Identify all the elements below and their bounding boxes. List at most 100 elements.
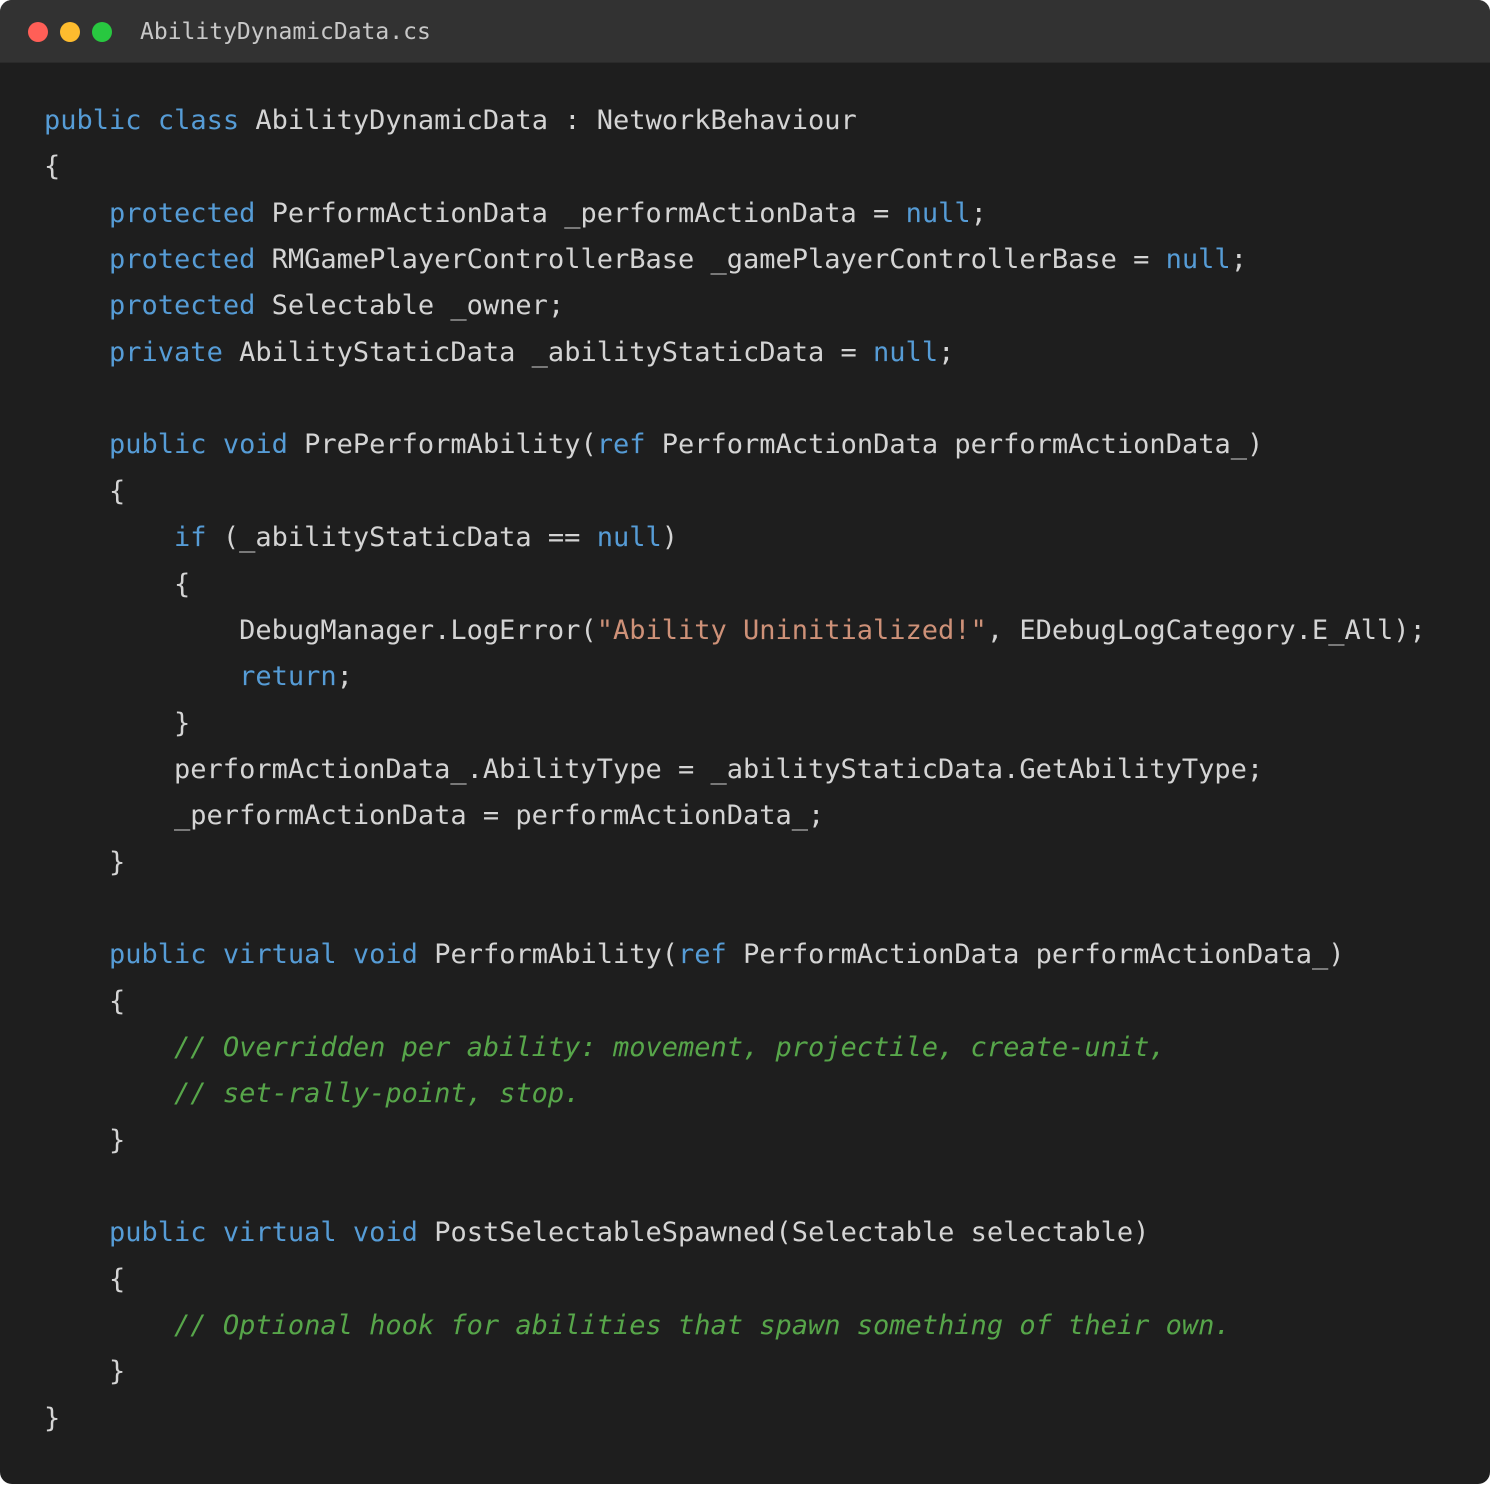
keyword-token: protected (109, 290, 256, 322)
code-token: { (44, 985, 126, 1017)
code-line: public virtual void PerformAbility(ref P… (44, 932, 1345, 978)
code-line: } (44, 1396, 60, 1442)
keyword-token: null (905, 197, 971, 229)
code-token: ; (938, 336, 955, 368)
code-token: (_abilityStaticData == (206, 522, 597, 554)
code-token: PerformActionData performActionData_) (645, 429, 1264, 461)
file-name: AbilityDynamicData.cs (140, 19, 431, 45)
keyword-token: private (109, 336, 223, 368)
keyword-token: ref (596, 429, 646, 461)
code-line: // Optional hook for abilities that spaw… (44, 1303, 1231, 1349)
code-token: AbilityStaticData _abilityStaticData = (222, 336, 874, 368)
keyword-token: void (222, 429, 288, 461)
keyword-token: public (109, 939, 207, 971)
comment-token: // Overridden per ability: movement, pro… (174, 1032, 1166, 1063)
code-token: ; (970, 197, 987, 229)
code-line: public class AbilityDynamicData : Networ… (44, 98, 857, 144)
code-token: } (44, 707, 191, 739)
code-token: ; (1230, 244, 1247, 276)
code-line: } (44, 840, 125, 886)
code-line: // set-rally-point, stop. (44, 1071, 580, 1117)
keyword-token: public (109, 429, 207, 461)
code-line: protected Selectable _owner; (44, 283, 564, 329)
keyword-token: null (596, 522, 662, 554)
code-line: DebugManager.LogError("Ability Uninitial… (44, 608, 1426, 654)
code-line: } (44, 1349, 125, 1395)
keyword-token: public (44, 105, 142, 136)
code-token: performActionData_.AbilityType = _abilit… (44, 753, 1264, 785)
keyword-token: class (157, 105, 240, 136)
keyword-token: public (109, 1217, 207, 1249)
code-line: } (44, 701, 190, 747)
comment-token: // Optional hook for abilities that spaw… (174, 1310, 1231, 1342)
keyword-token: protected (109, 244, 256, 276)
keyword-token: void (352, 1217, 418, 1249)
code-token: , EDebugLogCategory.E_All); (986, 614, 1426, 646)
code-token: PerformActionData performActionData_) (726, 939, 1345, 971)
keyword-token: void (352, 939, 418, 971)
code-token: ) (661, 522, 678, 554)
keyword-token: protected (109, 197, 256, 229)
code-token: PerformAbility( (417, 939, 679, 971)
code-line: } (44, 1118, 125, 1164)
code-line: return; (44, 654, 353, 700)
maximize-button[interactable] (92, 22, 112, 42)
code-token: AbilityDynamicData : NetworkBehaviour (239, 105, 857, 136)
code-token: RMGamePlayerControllerBase _gamePlayerCo… (255, 244, 1166, 276)
code-line: if (_abilityStaticData == null) (44, 515, 678, 561)
close-button[interactable] (28, 22, 48, 42)
code-token: PostSelectableSpawned(Selectable selecta… (417, 1217, 1150, 1249)
code-line: protected PerformActionData _performActi… (44, 191, 987, 237)
keyword-token: virtual (222, 1217, 337, 1249)
code-token: { (44, 568, 191, 600)
code-token: } (44, 1402, 61, 1434)
code-line: { (44, 144, 60, 190)
code-token: } (44, 1124, 126, 1156)
keyword-token: return (239, 661, 337, 693)
keyword-token: null (1165, 244, 1231, 276)
code-token: ; (336, 661, 353, 693)
code-token: } (44, 1356, 126, 1388)
code-token: DebugManager.LogError( (44, 614, 597, 646)
code-token: _performActionData = performActionData_; (44, 800, 825, 832)
keyword-token: ref (678, 939, 727, 971)
code-line: performActionData_.AbilityType = _abilit… (44, 747, 1263, 793)
code-line: public void PrePerformAbility(ref Perfor… (44, 422, 1263, 468)
keyword-token: virtual (222, 939, 337, 971)
code-token: } (44, 846, 126, 878)
code-line: { (44, 1257, 125, 1303)
code-line: public virtual void PostSelectableSpawne… (44, 1210, 1149, 1256)
code-line: _performActionData = performActionData_; (44, 793, 824, 839)
code-token: PrePerformAbility( (287, 429, 597, 461)
code-line: protected RMGamePlayerControllerBase _ga… (44, 237, 1247, 283)
code-token: Selectable _owner; (255, 290, 565, 322)
code-token: PerformActionData _performActionData = (255, 197, 906, 229)
comment-token: // set-rally-point, stop. (174, 1078, 581, 1110)
code-line: { (44, 562, 190, 608)
keyword-token: null (873, 336, 939, 368)
string-token: "Ability Uninitialized!" (596, 614, 987, 646)
keyword-token: if (174, 522, 207, 554)
minimize-button[interactable] (60, 22, 80, 42)
code-line: // Overridden per ability: movement, pro… (44, 1025, 1166, 1071)
code-line: { (44, 979, 125, 1025)
code-token: { (44, 1263, 126, 1295)
code-line: { (44, 469, 125, 515)
title-bar: AbilityDynamicData.cs (0, 0, 1490, 63)
